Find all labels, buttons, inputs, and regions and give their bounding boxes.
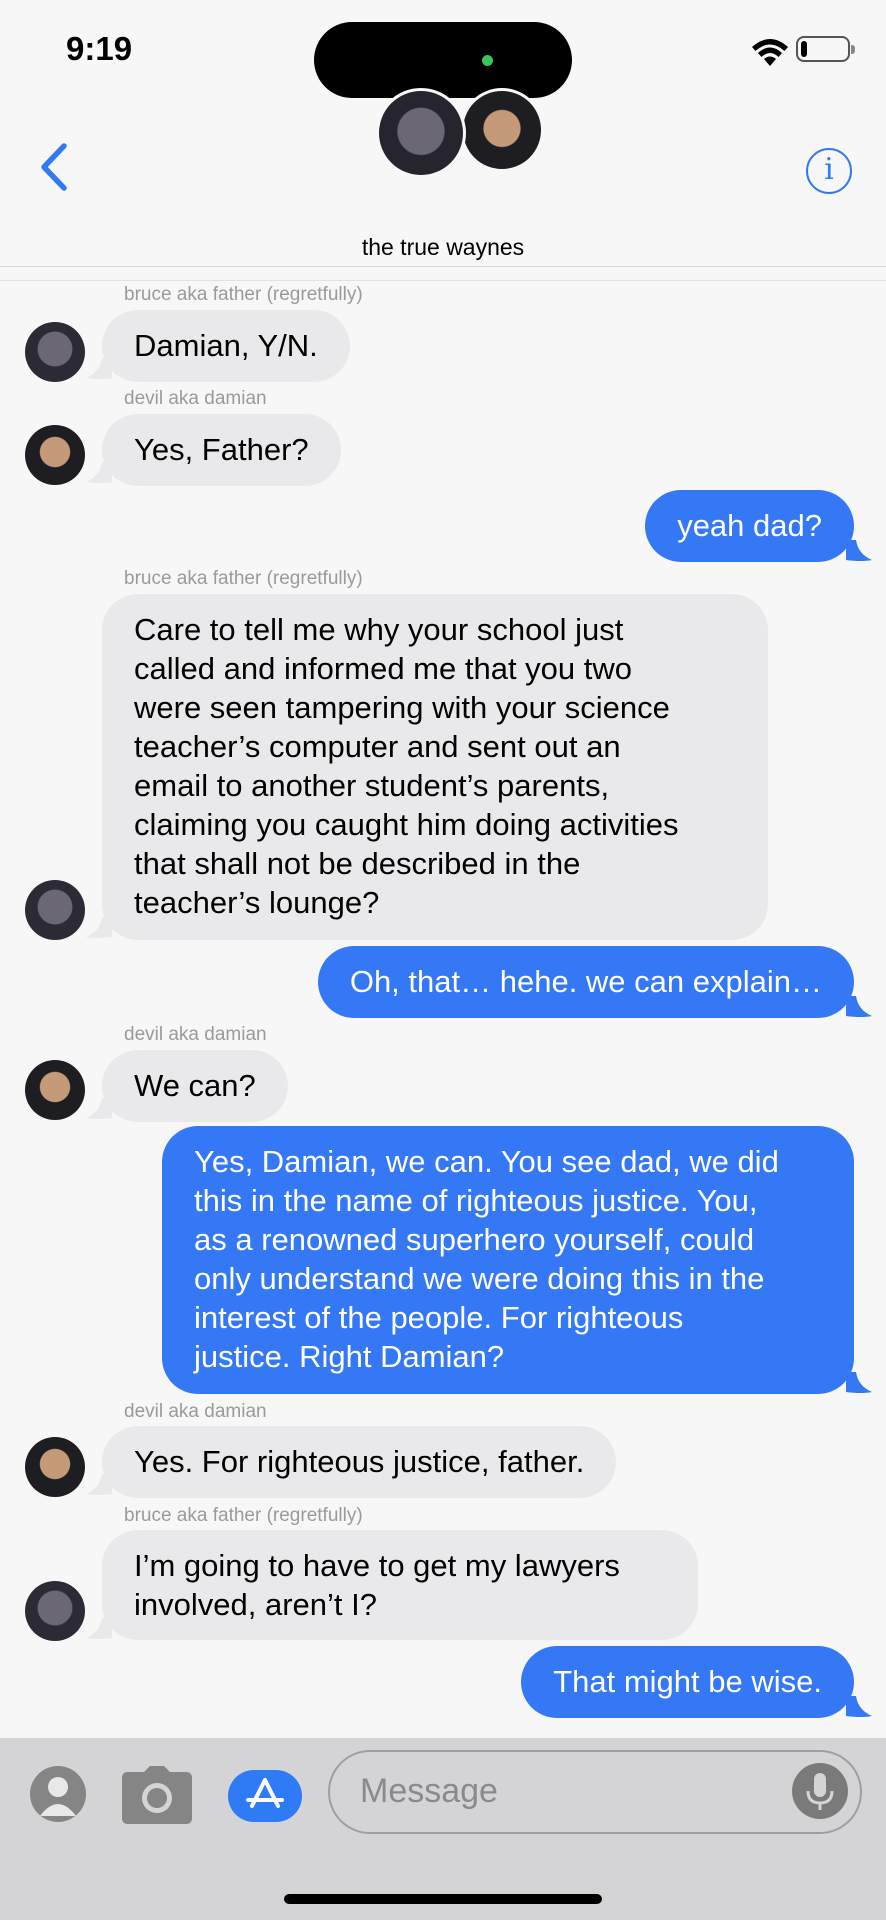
message-bubble[interactable]: Yes, Damian, we can. You see dad, we did… (162, 1126, 854, 1394)
group-title[interactable]: the true waynes (0, 234, 886, 261)
avatar-bruce (25, 1581, 85, 1641)
message-bubble[interactable]: Care to tell me why your school just cal… (102, 594, 768, 940)
message-bubble[interactable]: yeah dad? (645, 490, 854, 562)
bubble-tail (846, 1372, 872, 1393)
conversation-header: i the true waynes (0, 0, 886, 267)
message-bubble[interactable]: We can? (102, 1050, 288, 1122)
message-bubble[interactable]: That might be wise. (521, 1646, 854, 1718)
home-indicator[interactable] (284, 1894, 602, 1904)
sender-name: devil aka damian (124, 388, 267, 409)
group-avatar-bruce[interactable] (376, 88, 466, 178)
group-avatar-damian[interactable] (460, 88, 544, 172)
app-store-icon[interactable] (228, 1770, 302, 1822)
avatar-damian (25, 425, 85, 485)
sender-name: devil aka damian (124, 1401, 267, 1422)
avatar-bruce (25, 322, 85, 382)
back-chevron-icon[interactable] (36, 140, 72, 194)
message-bubble[interactable]: Damian, Y/N. (102, 310, 350, 382)
avatar-bruce (25, 880, 85, 940)
bubble-tail (846, 1696, 872, 1717)
compose-toolbar: Message (0, 1738, 886, 1920)
sender-name: bruce aka father (regretfully) (124, 568, 363, 589)
bubble-tail (846, 540, 872, 561)
message-placeholder: Message (360, 1772, 498, 1810)
message-bubble[interactable]: Oh, that… hehe. we can explain… (317, 946, 854, 1018)
microphone-icon[interactable] (792, 1763, 848, 1819)
header-divider (0, 280, 886, 281)
contact-icon[interactable] (30, 1766, 86, 1822)
info-icon[interactable]: i (806, 148, 852, 194)
message-bubble[interactable]: Yes. For righteous justice, father. (102, 1426, 617, 1498)
avatar-damian (25, 1060, 85, 1120)
avatar-damian (25, 1437, 85, 1497)
sender-name: devil aka damian (124, 1024, 267, 1045)
sender-name: bruce aka father (regretfully) (124, 1505, 363, 1526)
message-bubble[interactable]: Yes, Father? (102, 414, 341, 486)
camera-icon[interactable] (122, 1766, 192, 1824)
sender-name: bruce aka father (regretfully) (124, 284, 363, 305)
message-bubble[interactable]: I’m going to have to get my lawyers invo… (102, 1530, 698, 1640)
message-input[interactable]: Message (328, 1750, 862, 1834)
bubble-tail (846, 996, 872, 1017)
